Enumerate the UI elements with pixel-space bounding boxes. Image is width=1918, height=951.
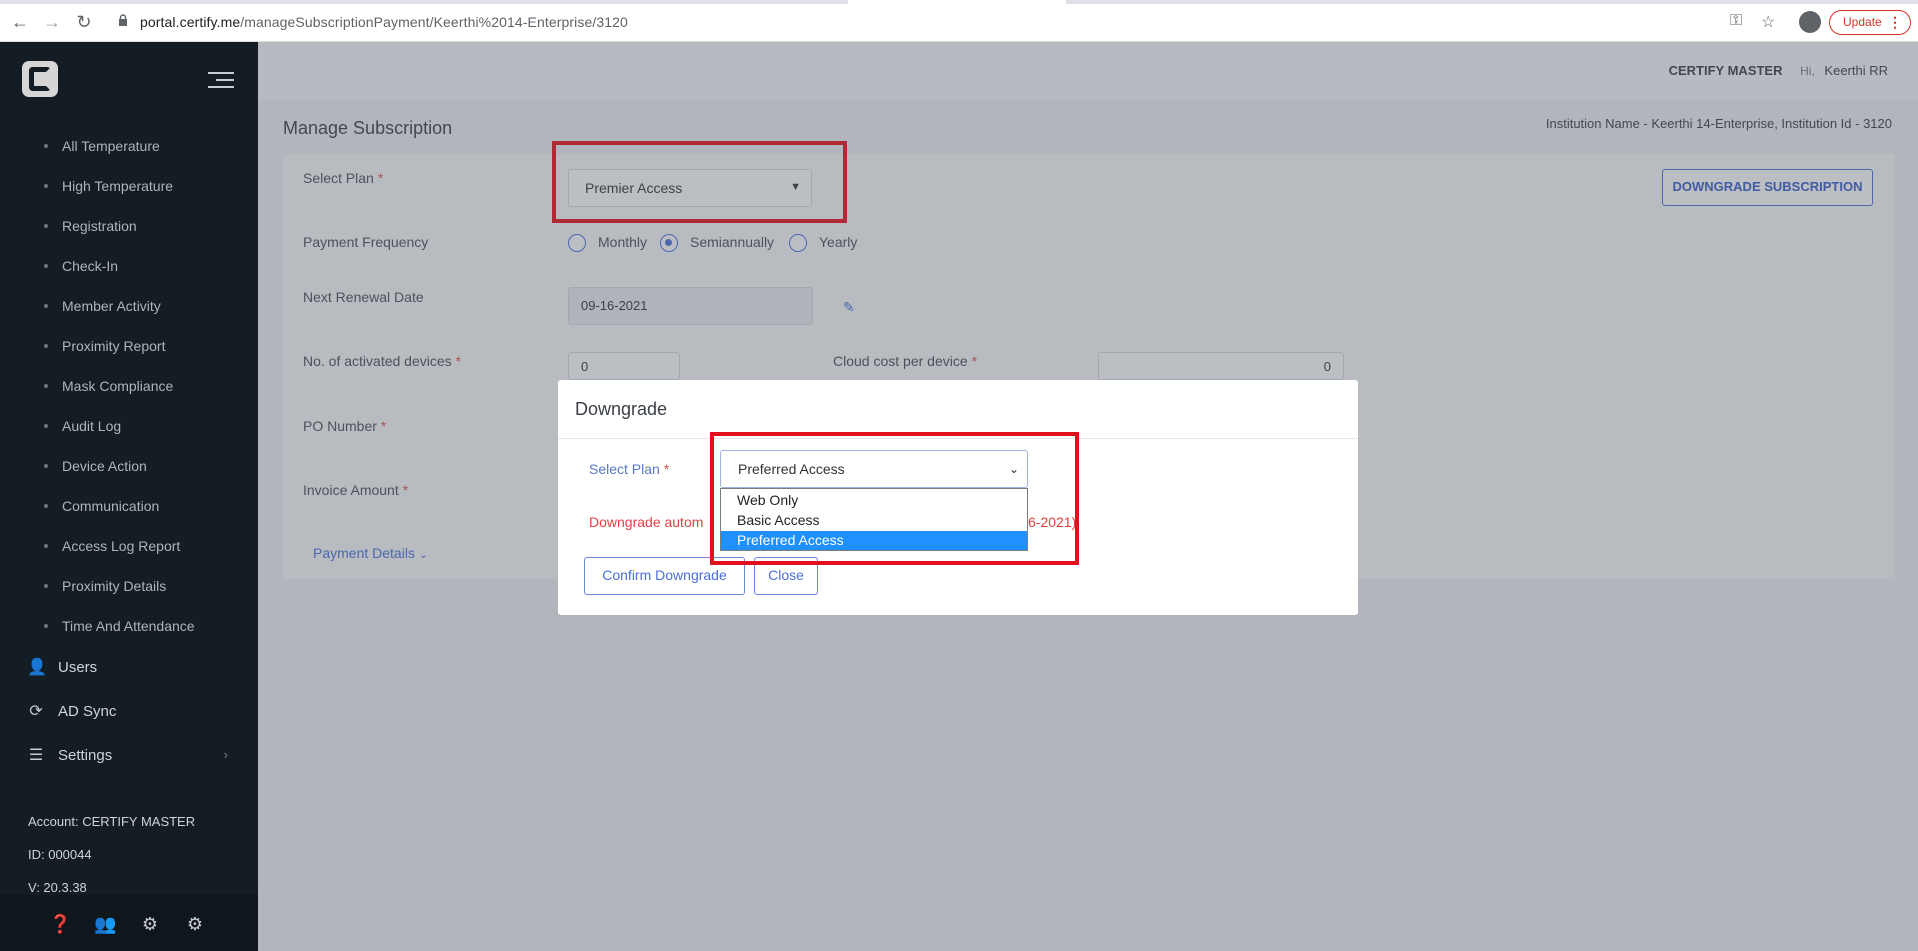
sidebar-item-mask-compliance[interactable]: Mask Compliance bbox=[0, 371, 258, 401]
url-path: /manageSubscriptionPayment/Keerthi%2014-… bbox=[240, 14, 628, 30]
sidebar-item-registration[interactable]: Registration bbox=[0, 211, 258, 241]
sidebar-item-audit-log[interactable]: Audit Log bbox=[0, 411, 258, 441]
update-button[interactable]: Update ⋮ bbox=[1829, 10, 1911, 35]
sidebar-footer-toolbar: ❓ 👥 ⚙ ⚙ bbox=[0, 895, 258, 951]
sidebar-item-label: Audit Log bbox=[62, 418, 122, 434]
forward-icon[interactable]: → bbox=[42, 12, 62, 32]
certify-logo[interactable] bbox=[22, 61, 58, 97]
sidebar-item-proximity-details[interactable]: Proximity Details bbox=[0, 571, 258, 601]
sidebar-item-access-log-report[interactable]: Access Log Report bbox=[0, 531, 258, 561]
downgrade-warning-text: Downgrade autom bbox=[589, 514, 704, 530]
sidebar-item-label: All Temperature bbox=[62, 138, 160, 154]
sidebar-item-communication[interactable]: Communication bbox=[0, 491, 258, 521]
back-icon[interactable]: ← bbox=[10, 12, 30, 32]
sidebar-item-label: Mask Compliance bbox=[62, 378, 174, 394]
sidebar-item-label: AD Sync bbox=[58, 703, 117, 720]
sync-icon: ⟳ bbox=[29, 703, 43, 720]
sidebar-item-ad-sync[interactable]: ⟳ AD Sync bbox=[0, 696, 258, 728]
active-tab[interactable] bbox=[848, 0, 1066, 4]
star-icon[interactable]: ☆ bbox=[1761, 12, 1775, 32]
help-icon[interactable]: ❓ bbox=[49, 913, 71, 935]
key-icon[interactable]: ⚿ bbox=[1730, 12, 1742, 30]
menu-dots-icon: ⋮ bbox=[1888, 14, 1902, 30]
sidebar-item-label: High Temperature bbox=[62, 178, 174, 194]
profile-icon[interactable] bbox=[1799, 11, 1821, 33]
modal-select-plan-label: Select Plan * bbox=[589, 461, 670, 477]
sidebar-item-device-action[interactable]: Device Action bbox=[0, 451, 258, 481]
sidebar-item-high-temperature[interactable]: High Temperature bbox=[0, 171, 258, 201]
sidebar-item-label: Settings bbox=[58, 747, 113, 764]
sidebar-item-check-in[interactable]: Check-In bbox=[0, 251, 258, 281]
sidebar-item-label: Time And Attendance bbox=[62, 618, 195, 634]
sidebar-item-member-activity[interactable]: Member Activity bbox=[0, 291, 258, 321]
sidebar-item-proximity-report[interactable]: Proximity Report bbox=[0, 331, 258, 361]
reload-icon[interactable]: ↻ bbox=[74, 12, 94, 32]
user-settings-icon[interactable]: 👥 bbox=[94, 913, 116, 935]
sidebar-item-label: Member Activity bbox=[62, 298, 161, 314]
sidebar-item-label: Device Action bbox=[62, 458, 147, 474]
sidebar-item-label: Proximity Report bbox=[62, 338, 166, 354]
sidebar-item-time-and-attendance[interactable]: Time And Attendance bbox=[0, 611, 258, 641]
sidebar-item-label: Users bbox=[58, 659, 98, 676]
update-label: Update bbox=[1843, 15, 1882, 29]
sidebar-item-label: Access Log Report bbox=[62, 538, 181, 554]
address-bar[interactable]: portal.certify.me/manageSubscriptionPaym… bbox=[140, 14, 628, 30]
account-id: ID: 000044 bbox=[28, 847, 92, 862]
lock-icon[interactable] bbox=[118, 14, 128, 26]
sidebar-item-settings[interactable]: ☰ Settings › bbox=[0, 740, 258, 772]
browser-toolbar: ← → ↻ portal.certify.me/manageSubscripti… bbox=[0, 0, 1918, 42]
sidebar-item-label: Registration bbox=[62, 218, 137, 234]
sidebar-item-label: Check-In bbox=[62, 258, 119, 274]
tab-strip bbox=[0, 0, 1918, 4]
user-icon: 👤 bbox=[27, 659, 47, 676]
account-name: Account: CERTIFY MASTER bbox=[28, 814, 196, 829]
sidebar-item-all-temperature[interactable]: All Temperature bbox=[0, 131, 258, 161]
sidebar: All Temperature High Temperature Registr… bbox=[0, 42, 258, 951]
sidebar-item-users[interactable]: 👤 Users bbox=[0, 652, 258, 684]
sliders-icon: ☰ bbox=[28, 747, 44, 764]
sidebar-item-label: Communication bbox=[62, 498, 160, 514]
chevron-right-icon: › bbox=[223, 747, 228, 762]
modal-title: Downgrade bbox=[575, 399, 668, 419]
url-host: portal.certify.me bbox=[140, 14, 241, 30]
highlight-box-dropdown bbox=[710, 432, 1079, 565]
hamburger-menu-icon[interactable] bbox=[208, 72, 234, 90]
app-version: V: 20.3.38 bbox=[28, 880, 87, 895]
sidebar-item-label: Proximity Details bbox=[62, 578, 167, 594]
gears-icon[interactable]: ⚙ bbox=[139, 913, 161, 935]
gear-icon[interactable]: ⚙ bbox=[184, 913, 206, 935]
